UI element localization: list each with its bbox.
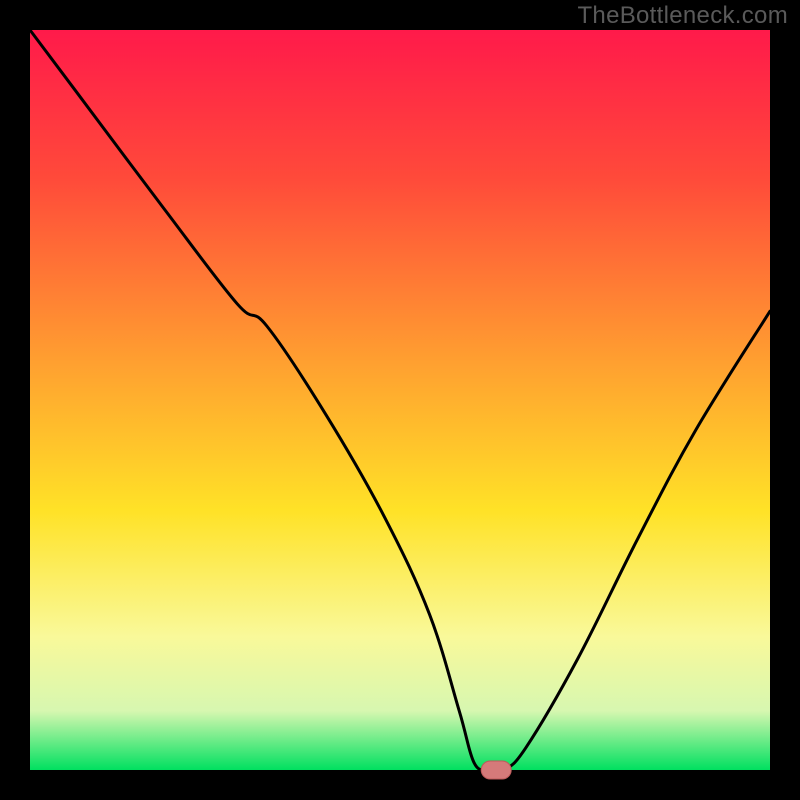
- bottleneck-chart: [0, 0, 800, 800]
- optimal-marker: [481, 761, 511, 779]
- plot-area: [30, 30, 770, 770]
- watermark-label: TheBottleneck.com: [577, 2, 788, 30]
- chart-frame: TheBottleneck.com: [0, 0, 800, 800]
